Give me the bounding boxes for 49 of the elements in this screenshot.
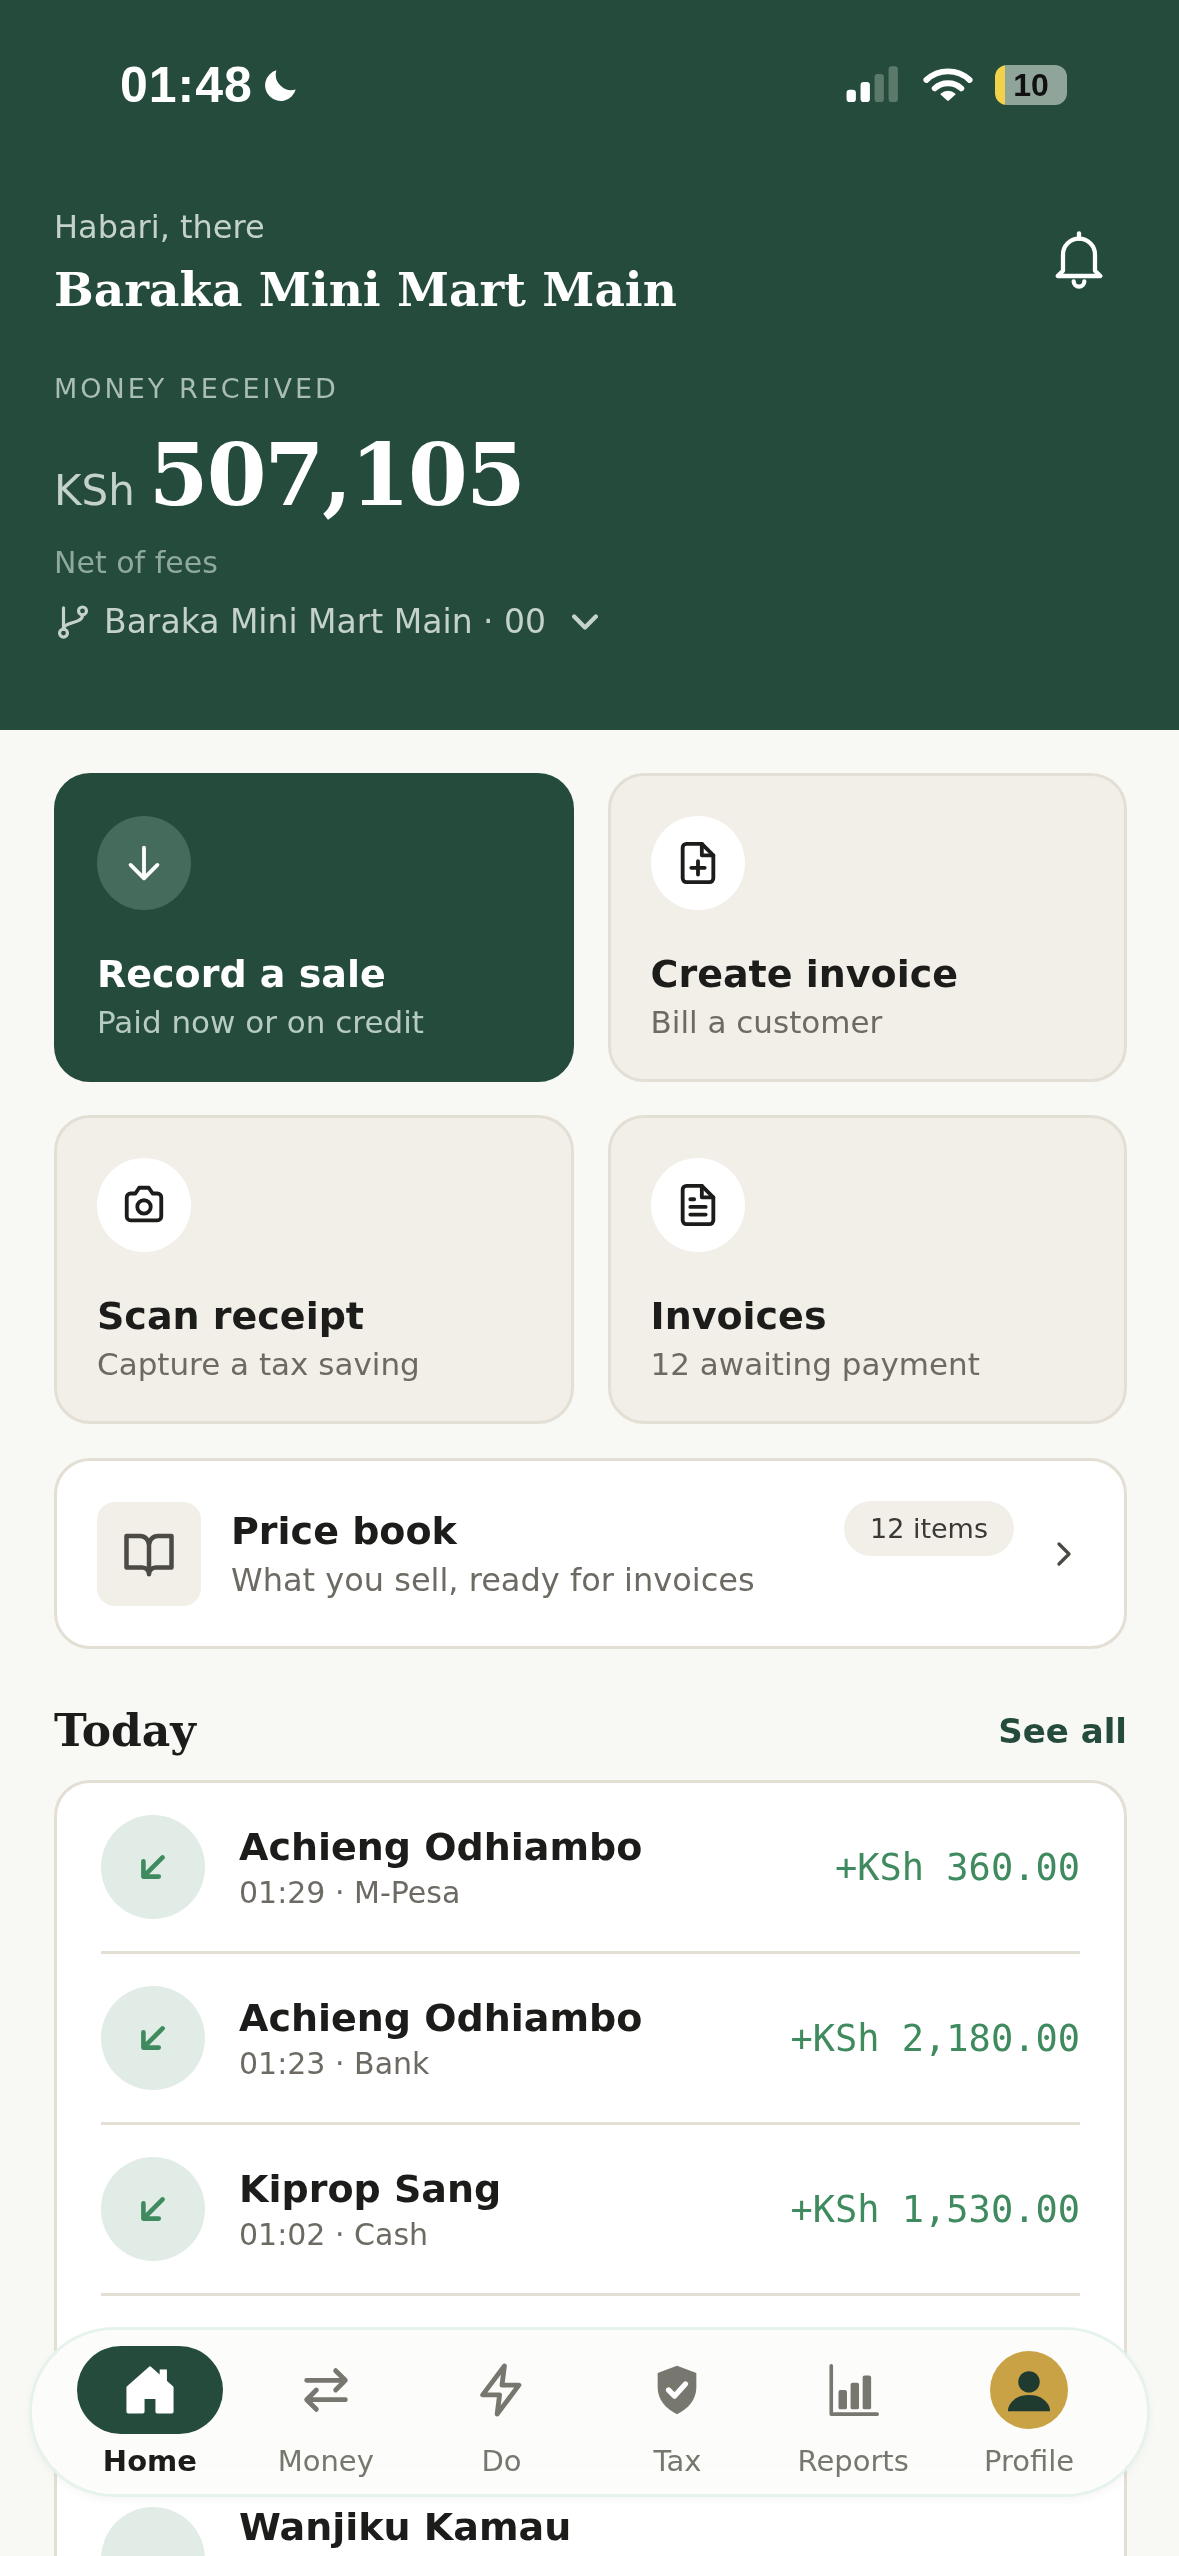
price-book-card[interactable]: Price book What you sell, ready for invoices 12 items xyxy=(54,1458,1127,1649)
card-subtitle: Paid now or on credit xyxy=(97,1004,425,1040)
card-title: Invoices xyxy=(650,1294,828,1338)
see-all-link[interactable]: See all xyxy=(998,1710,1127,1751)
balance-note: Net of fees xyxy=(54,545,219,580)
price-book-subtitle: What you sell, ready for invoices xyxy=(231,1560,756,1599)
payer-name: Achieng Odhiambo xyxy=(239,1995,644,2040)
card-title: Record a sale xyxy=(97,952,387,996)
balance-amount: 507,105 xyxy=(148,424,524,525)
card-subtitle: Bill a customer xyxy=(650,1004,884,1040)
status-time: 01:48 xyxy=(120,56,253,114)
business-name: Baraka Mini Mart Main xyxy=(54,262,677,317)
currency-label: KSh xyxy=(54,466,135,515)
balance-label: MONEY RECEIVED xyxy=(54,373,340,404)
item-count-badge: 12 items xyxy=(844,1501,1014,1556)
tab-item[interactable]: Tax xyxy=(589,2346,766,2478)
price-book-title: Price book xyxy=(231,1508,458,1553)
branch-selector[interactable]: Baraka Mini Mart Main · 00 xyxy=(54,602,677,641)
card-subtitle: 12 awaiting payment xyxy=(650,1346,981,1382)
section-title: Today xyxy=(54,1705,196,1756)
signal-icon xyxy=(845,66,901,104)
payer-name: Achieng Odhiambo xyxy=(239,1824,644,1869)
action-card[interactable]: Create invoice Bill a customer xyxy=(607,773,1127,1082)
action-card[interactable]: Invoices 12 awaiting payment xyxy=(607,1115,1127,1424)
card-title: Scan receipt xyxy=(97,1294,366,1338)
card-subtitle: Capture a tax saving xyxy=(97,1346,421,1382)
greeting-text: Habari, there xyxy=(54,208,266,246)
transaction-amount: +KSh 1,530.00 xyxy=(790,2187,1080,2231)
user-avatar-icon xyxy=(990,2351,1069,2429)
payer-name: Wanjiku Kamau xyxy=(239,2507,573,2549)
transaction-row[interactable]: Achieng Odhiambo 01:29 · M-Pesa +KSh 360.00 xyxy=(101,1783,1080,1954)
transaction-amount: +KSh 360.00 xyxy=(834,1845,1080,1889)
transaction-row[interactable]: Achieng Odhiambo 01:23 · Bank +KSh 2,180.00 xyxy=(101,1954,1080,2125)
tab-item[interactable]: Profile xyxy=(941,2346,1117,2478)
transaction-row[interactable]: Kiprop Sang 01:02 · Cash +KSh 1,530.00 xyxy=(101,2125,1080,2296)
action-card[interactable]: Record a sale Paid now or on credit xyxy=(54,773,574,1082)
battery-icon: 10 xyxy=(995,65,1067,105)
chevron-down-icon xyxy=(572,613,599,630)
wifi-icon xyxy=(923,66,973,104)
tab-item[interactable]: Money xyxy=(237,2346,414,2478)
payer-name: Kiprop Sang xyxy=(239,2166,503,2211)
tab-item[interactable]: Do xyxy=(413,2346,590,2478)
card-title: Create invoice xyxy=(650,952,959,996)
transaction-meta: 01:29 · M-Pesa xyxy=(239,1874,462,1910)
transaction-amount: +KSh 2,180.00 xyxy=(790,2016,1080,2060)
tab-item[interactable]: Reports xyxy=(765,2346,942,2478)
transaction-meta: 01:02 · Cash xyxy=(239,2216,430,2252)
transaction-meta: 01:23 · Bank xyxy=(239,2045,431,2081)
action-card[interactable]: Scan receipt Capture a tax saving xyxy=(54,1115,574,1424)
